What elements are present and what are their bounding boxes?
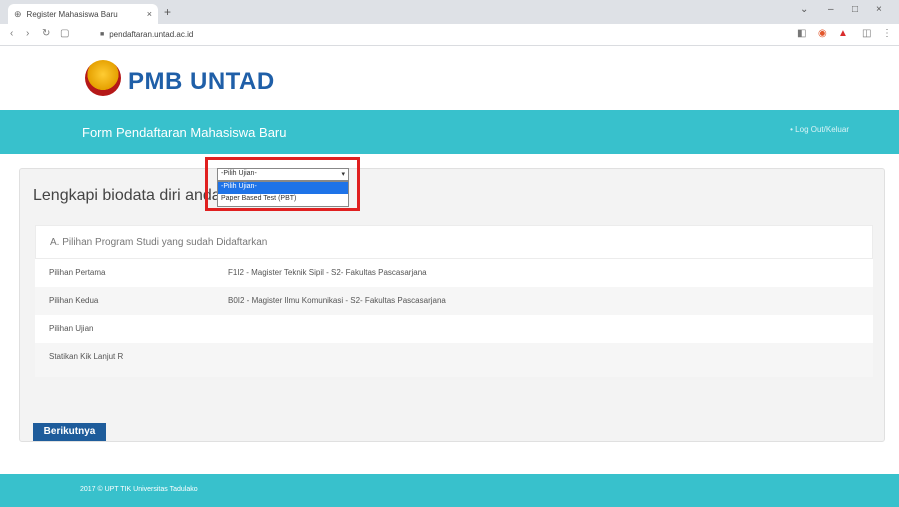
bookmark-icon[interactable]: ▢	[60, 28, 69, 39]
site-logo-text[interactable]: PMB UNTAD	[128, 68, 275, 96]
table-row: Pilihan Kedua B0I2 - Magister Ilmu Komun…	[35, 287, 873, 315]
globe-icon: ⊕	[14, 8, 22, 19]
reload-icon[interactable]: ↻	[42, 28, 50, 39]
table-row: Statikan Kik Lanjut R	[35, 343, 873, 371]
row-label: Pilihan Pertama	[49, 268, 106, 277]
maximize-icon[interactable]: □	[852, 4, 858, 15]
footer-text: 2017 © UPT TIK Universitas Tadulako	[80, 486, 198, 493]
address-bar: ‹ › ↻ ▢ ■ pendaftaran.untad.ac.id ◧ ◉ ▲ …	[0, 24, 899, 46]
biodata-panel: Lengkapi biodata diri anda dengan benar …	[19, 168, 885, 442]
alert-icon[interactable]: ▲	[838, 28, 848, 39]
dropdown-option[interactable]: Paper Based Test (PBT)	[218, 194, 348, 206]
exam-select[interactable]: -Pilih Ujian- ▾	[217, 168, 349, 181]
tab-close-icon[interactable]: ×	[147, 9, 152, 19]
share-icon[interactable]: ◧	[797, 28, 806, 39]
header-band: Form Pendaftaran Mahasiswa Baru • Log Ou…	[0, 110, 899, 154]
chevron-down-icon[interactable]: ⌄	[800, 4, 808, 15]
row-label: Pilihan Ujian	[49, 324, 94, 333]
table-row: Pilihan Ujian	[35, 315, 873, 343]
minimize-icon[interactable]: –	[828, 4, 834, 15]
back-icon[interactable]: ‹	[10, 28, 13, 39]
row-value: B0I2 - Magister Ilmu Komunikasi - S2- Fa…	[228, 296, 446, 305]
footer: 2017 © UPT TIK Universitas Tadulako	[0, 474, 899, 507]
chevron-down-icon: ▾	[341, 171, 345, 178]
new-tab-icon[interactable]: +	[164, 5, 171, 19]
exam-dropdown-list: -Pilih Ujian- Paper Based Test (PBT)	[217, 181, 349, 207]
table-row: Pilihan Pertama F1I2 - Magister Teknik S…	[35, 259, 873, 287]
brave-shield-icon[interactable]: ◉	[818, 28, 827, 39]
forward-icon[interactable]: ›	[26, 28, 29, 39]
select-value: -Pilih Ujian-	[221, 170, 257, 177]
close-window-icon[interactable]: ×	[876, 4, 882, 15]
row-label: Statikan Kik Lanjut R	[49, 352, 124, 361]
logout-link[interactable]: • Log Out/Keluar	[790, 125, 849, 134]
url-field[interactable]: ■ pendaftaran.untad.ac.id	[100, 30, 193, 39]
menu-icon[interactable]: ⋮	[882, 28, 892, 39]
logo-row: PMB UNTAD	[0, 46, 899, 110]
section-header: A. Pilihan Program Studi yang sudah Dida…	[35, 225, 873, 259]
dropdown-option[interactable]: -Pilih Ujian-	[218, 182, 348, 194]
tab-title: Register Mahasiswa Baru	[26, 9, 118, 19]
browser-tab[interactable]: ⊕ Register Mahasiswa Baru ×	[8, 4, 158, 24]
row-label: Pilihan Kedua	[49, 296, 99, 305]
browser-tabbar: ⊕ Register Mahasiswa Baru × + ⌄ – □ ×	[0, 0, 899, 24]
section-title: A. Pilihan Program Studi yang sudah Dida…	[50, 237, 268, 248]
url-text: pendaftaran.untad.ac.id	[109, 30, 194, 39]
untad-logo-icon	[85, 60, 121, 96]
lock-icon: ■	[100, 31, 105, 38]
next-button[interactable]: Berikutnya	[33, 423, 106, 441]
row-value: F1I2 - Magister Teknik Sipil - S2- Fakul…	[228, 268, 427, 277]
form-title: Form Pendaftaran Mahasiswa Baru	[82, 125, 287, 140]
program-section: A. Pilihan Program Studi yang sudah Dida…	[35, 225, 873, 377]
sidebar-icon[interactable]: ◫	[862, 28, 871, 39]
